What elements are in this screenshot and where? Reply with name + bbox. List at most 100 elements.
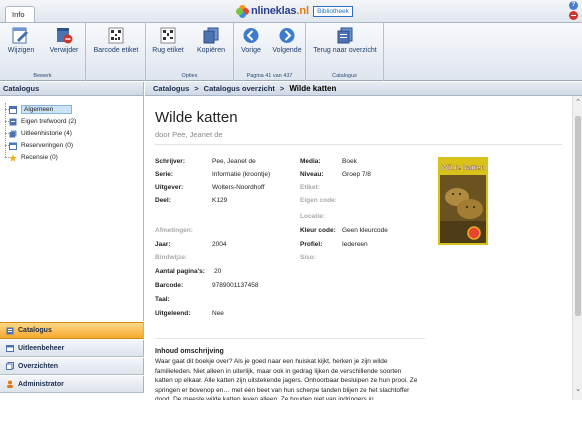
rug-etiket-label: Rug etiket [152, 47, 184, 54]
field-value: 20 [214, 268, 222, 275]
field-label: Deel: [155, 197, 171, 204]
book-detail-panel: Wilde katten door Pee, Jeanet de Schrijv… [145, 96, 572, 400]
author-subtitle: door Pee, Jeanet de [155, 130, 223, 139]
ribbon-toolbar: Wijzigen Verwijder Bewerk Barcode etiket… [0, 22, 582, 81]
kopieren-label: Kopiëren [196, 47, 226, 54]
field-value: Iedereen [342, 241, 368, 248]
breadcrumb-catalogus-overzicht[interactable]: Catalogus overzicht [204, 84, 275, 93]
info-tab[interactable]: Info [5, 6, 35, 22]
breadcrumb-separator: > [279, 84, 285, 93]
group-label-catalogus: Catalogus [332, 73, 357, 79]
edit-icon [12, 27, 30, 44]
group-label-bewerk: Bewerk [33, 73, 52, 79]
help-icon[interactable]: ? [569, 1, 578, 10]
close-icon[interactable] [569, 11, 578, 20]
nav-catalogus[interactable]: Catalogus [0, 322, 144, 339]
tag-icon [9, 118, 17, 126]
user-icon [6, 380, 14, 388]
tree-item-uitleenhistorie[interactable]: Uitleenhistorie (4) [9, 128, 72, 139]
star-icon [9, 153, 17, 162]
kopieren-button[interactable]: Kopiëren [191, 27, 231, 54]
barcode-icon [107, 27, 125, 44]
volgende-button[interactable]: Volgende [270, 27, 304, 54]
breadcrumb-catalogus[interactable]: Catalogus [153, 84, 189, 93]
field-label: Barcode: [155, 282, 184, 289]
bibliotheek-badge: Bibliotheek [313, 5, 353, 17]
field-label: Eigen code: [300, 197, 337, 204]
group-label-opties: Opties [181, 73, 198, 79]
field-label: Media: [300, 158, 321, 165]
nav-administrator-label: Administrator [18, 380, 64, 388]
nav-uitleenbeheer[interactable]: Uitleenbeheer [0, 340, 144, 357]
content-scrollbar[interactable]: ⌃ ⌄ [572, 96, 582, 400]
arrow-left-icon [242, 27, 260, 44]
field-label: Kleur code: [300, 227, 336, 234]
field-value: 2004 [212, 241, 227, 248]
nav-overzichten-label: Overzichten [18, 362, 59, 370]
group-label-pagina: Pagina 41 van 437 [246, 73, 293, 79]
onlineklas-logo: nlineklas .nl Bibliotheek [236, 3, 353, 19]
nav-administrator[interactable]: Administrator [0, 376, 144, 393]
copy-icon [202, 27, 220, 44]
wijzigen-button[interactable]: Wijzigen [3, 27, 39, 54]
field-value: Informatie (kroontje) [212, 171, 271, 178]
ribbon-group-barcode: Barcode etiket [86, 23, 146, 81]
field-value: 9789001137458 [212, 282, 259, 289]
vorige-button[interactable]: Vorige [236, 27, 266, 54]
barcode-etiket-label: Barcode etiket [93, 47, 139, 54]
left-panel-title: Catalogus [0, 82, 144, 96]
history-icon [9, 130, 17, 138]
scroll-up-icon[interactable]: ⌃ [574, 99, 582, 107]
calendar-icon [9, 142, 17, 150]
field-label: Etiket: [300, 184, 320, 191]
field-value: Nee [212, 310, 224, 317]
field-value: Geen kleurcode [342, 227, 388, 234]
book-cover-image: Wilde katten [438, 157, 488, 245]
verwijder-label: Verwijder [49, 47, 79, 54]
tree-item-reserveringen[interactable]: Reserveringen (0) [9, 140, 73, 151]
verwijder-button[interactable]: Verwijder [45, 27, 83, 54]
divider [155, 144, 562, 145]
field-label: Uitgever: [155, 184, 184, 191]
field-label: Serie: [155, 171, 174, 178]
tree-item-algemeen[interactable]: Algemeen [9, 104, 73, 115]
rug-etiket-button[interactable]: Rug etiket [149, 27, 187, 54]
title-bar: Info nlineklas .nl Bibliotheek ? [0, 0, 582, 22]
tree-connector [5, 103, 6, 157]
tree-item-label: Uitleenhistorie (4) [21, 130, 72, 137]
arrow-right-icon [278, 27, 296, 44]
logo-text: nlineklas [251, 5, 297, 17]
delete-icon [55, 27, 73, 44]
description-text: Waar gaat dit boekje over? Als je goed n… [155, 358, 418, 400]
field-label: Profiel: [300, 241, 323, 248]
tree-item-label: Recensie (0) [21, 154, 58, 161]
ribbon-group-pagina: Vorige Volgende Pagina 41 van 437 [234, 23, 306, 81]
overview-icon [6, 362, 14, 370]
logo-domain: .nl [296, 5, 310, 17]
field-label: Afmetingen: [155, 227, 193, 234]
scroll-down-icon[interactable]: ⌄ [574, 386, 582, 394]
description-heading: Inhoud omschrijving [155, 348, 224, 355]
barcode-etiket-button[interactable]: Barcode etiket [89, 27, 143, 54]
terug-label: Terug naar overzicht [313, 47, 377, 54]
nav-overzichten[interactable]: Overzichten [0, 358, 144, 375]
breadcrumb: Catalogus > Catalogus overzicht > Wilde katt… [145, 82, 582, 96]
field-value: Wolters-Noordhoff [212, 184, 265, 191]
ribbon-group-opties: Rug etiket Kopiëren Opties [146, 23, 234, 81]
logo-flower-icon [236, 4, 249, 18]
field-label: Aantal pagina's: [155, 268, 205, 275]
cover-title-text: Wilde katten [441, 163, 486, 172]
field-value: Boek [342, 158, 357, 165]
scroll-thumb[interactable] [575, 116, 581, 316]
divider [155, 338, 425, 339]
volgende-label: Volgende [272, 47, 302, 54]
terug-naar-overzicht-button[interactable]: Terug naar overzicht [308, 27, 382, 54]
breadcrumb-current: Wilde katten [289, 84, 337, 93]
field-label: Locatie: [300, 213, 325, 220]
tree-item-eigen-trefwoord[interactable]: Eigen trefwoord (2) [9, 116, 76, 127]
tree-item-label: Reserveringen (0) [21, 142, 74, 149]
field-label: Uitgeleend: [155, 310, 191, 317]
catalogus-tree: Algemeen Eigen trefwoord (2) Uitleenhist… [0, 96, 144, 321]
tree-item-recensie[interactable]: Recensie (0) [9, 152, 58, 163]
field-label: Siso: [300, 254, 316, 261]
